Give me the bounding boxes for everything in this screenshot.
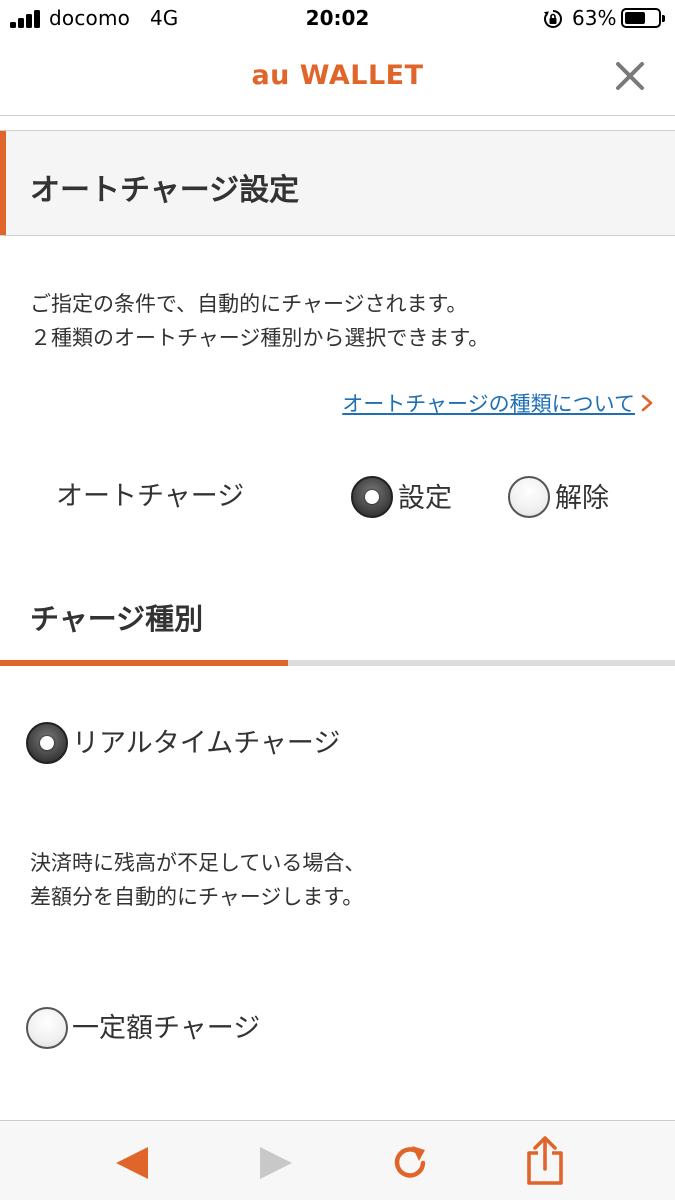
orientation-lock-icon (544, 10, 562, 28)
battery-icon (621, 8, 665, 28)
heading-accent-bar (0, 131, 6, 235)
charge-type-heading: チャージ種別 (30, 602, 204, 636)
description-line: 決済時に残高が不足している場合、 (30, 851, 366, 875)
autocharge-off-label[interactable]: 解除 (555, 476, 609, 515)
page-title: オートチャージ設定 (30, 173, 300, 208)
status-bar: docomo 4G 20:02 63% (0, 0, 675, 38)
realtime-charge-radio[interactable] (26, 722, 68, 764)
reload-icon[interactable] (388, 1141, 432, 1185)
realtime-charge-description: 決済時に残高が不足している場合、 差額分を自動的にチャージします。 (30, 846, 365, 914)
description-line: 差額分を自動的にチャージします。 (30, 885, 364, 909)
fixed-amount-charge-radio[interactable] (26, 1007, 68, 1049)
back-icon[interactable] (110, 1141, 154, 1185)
autocharge-on-label[interactable]: 設定 (398, 476, 452, 515)
forward-icon[interactable] (252, 1141, 296, 1185)
description-line: ２種類のオートチャージ種別から選択できます。 (30, 326, 490, 350)
section-heading: オートチャージ設定 (0, 130, 675, 236)
description: ご指定の条件で、自動的にチャージされます。 ２種類のオートチャージ種別から選択で… (30, 287, 489, 355)
fixed-amount-charge-label[interactable]: 一定額チャージ (72, 1006, 260, 1045)
battery-percent: 63% (572, 6, 617, 30)
app-header: au WALLET (0, 38, 675, 116)
description-line: ご指定の条件で、自動的にチャージされます。 (30, 292, 468, 316)
close-icon[interactable] (610, 56, 650, 96)
autocharge-off-radio[interactable] (508, 476, 550, 518)
realtime-charge-label[interactable]: リアルタイムチャージ (72, 721, 340, 760)
charge-type-tab-bar (0, 660, 675, 666)
browser-toolbar (0, 1120, 675, 1200)
share-icon[interactable] (522, 1135, 568, 1187)
app-title: au WALLET (251, 60, 424, 91)
autocharge-label: オートチャージ (56, 481, 245, 512)
active-tab-indicator (0, 660, 288, 666)
autocharge-on-radio[interactable] (351, 476, 393, 518)
about-autocharge-link[interactable]: オートチャージの種類について (342, 388, 635, 418)
chevron-right-icon[interactable] (640, 393, 654, 413)
